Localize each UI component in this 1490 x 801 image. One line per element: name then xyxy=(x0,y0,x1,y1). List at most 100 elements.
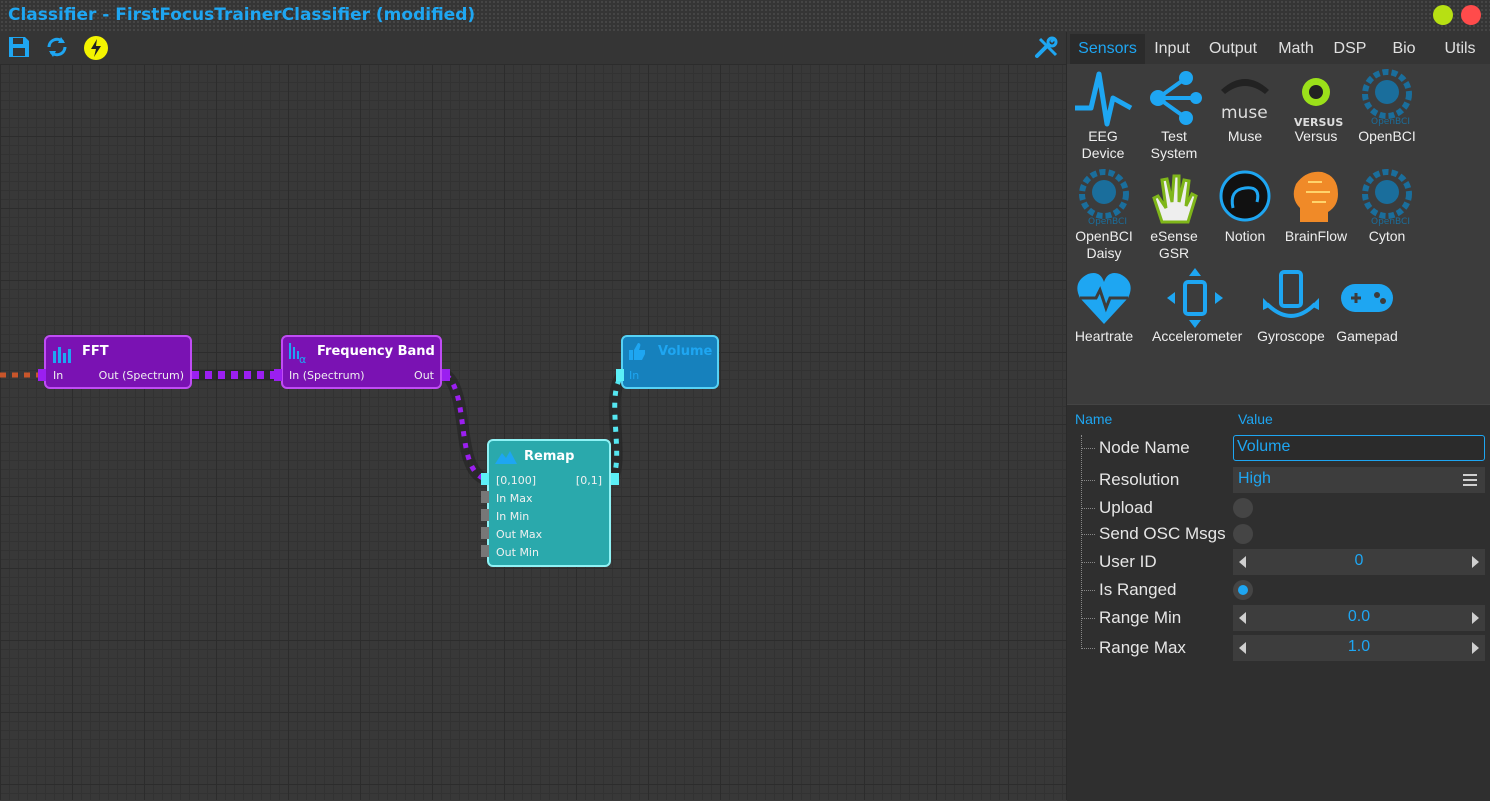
notion-icon xyxy=(1215,168,1275,228)
spectrum-bars-icon xyxy=(52,343,74,367)
props-col-value: Value xyxy=(1238,411,1273,427)
network-icon xyxy=(1144,68,1204,128)
phone-rotate-icon xyxy=(1261,268,1321,328)
openbci-gear-icon: OpenBCI xyxy=(1357,68,1417,128)
tab-bio[interactable]: Bio xyxy=(1384,34,1424,64)
port-in-label: In xyxy=(629,369,640,382)
port-in-max-label: In Max xyxy=(496,492,533,505)
remap-in-pin[interactable] xyxy=(481,473,489,485)
node-name-input[interactable]: Volume xyxy=(1233,435,1485,461)
range-max-spinner[interactable]: 1.0 xyxy=(1233,635,1485,661)
close-button[interactable] xyxy=(1461,5,1481,25)
port-out-label: [0,1] xyxy=(575,474,602,487)
svg-text:α: α xyxy=(299,353,306,365)
prop-row-send-osc: Send OSC Msgs xyxy=(1081,521,1485,547)
palette-item-versus[interactable]: VERSUS Versus xyxy=(1280,68,1352,145)
props-col-name: Name xyxy=(1075,411,1113,427)
volume-node[interactable]: Volume In xyxy=(621,335,719,389)
frequency-band-in-pin[interactable] xyxy=(274,369,282,381)
remap-node[interactable]: Remap [0,100] [0,1] In Max In Min Out Ma… xyxy=(487,439,611,567)
node-title: FFT xyxy=(82,344,109,359)
window-title: Classifier - FirstFocusTrainerClassifier… xyxy=(8,5,476,25)
lightning-icon[interactable] xyxy=(83,35,109,61)
prop-row-is-ranged: Is Ranged xyxy=(1081,577,1485,603)
category-tabs: Sensors Input Output Math DSP Bio Utils xyxy=(1067,34,1490,64)
tab-output[interactable]: Output xyxy=(1202,34,1264,64)
tab-input[interactable]: Input xyxy=(1147,34,1197,64)
mountain-icon xyxy=(495,449,517,469)
fft-in-pin[interactable] xyxy=(38,369,46,381)
volume-in-pin[interactable] xyxy=(616,369,624,381)
prop-row-user-id: User ID 0 xyxy=(1081,549,1485,575)
palette-item-test-system[interactable]: Test System xyxy=(1138,68,1210,162)
increment-arrow-icon[interactable] xyxy=(1472,642,1479,654)
svg-text:muse: muse xyxy=(1221,103,1268,123)
remap-out-min-pin[interactable] xyxy=(481,545,489,557)
tab-math[interactable]: Math xyxy=(1270,34,1322,64)
palette-item-brainflow[interactable]: BrainFlow xyxy=(1280,168,1352,245)
eeg-wave-icon xyxy=(1073,68,1133,128)
palette-item-esense-gsr[interactable]: eSense GSR xyxy=(1138,168,1210,262)
range-min-spinner[interactable]: 0.0 xyxy=(1233,605,1485,631)
fft-node[interactable]: FFT In Out (Spectrum) xyxy=(44,335,192,389)
remap-out-pin[interactable] xyxy=(611,473,619,485)
port-in-label: In (Spectrum) xyxy=(289,369,365,382)
port-in-min-label: In Min xyxy=(496,510,530,523)
svg-text:OpenBCI: OpenBCI xyxy=(1088,217,1127,227)
decrement-arrow-icon[interactable] xyxy=(1239,556,1246,568)
minimize-button[interactable] xyxy=(1433,5,1453,25)
toolbar xyxy=(0,32,1066,64)
node-title: Frequency Band xyxy=(317,344,435,359)
frequency-band-icon: α xyxy=(288,341,310,369)
palette-item-cyton[interactable]: OpenBCI Cyton xyxy=(1351,168,1423,245)
palette-item-notion[interactable]: Notion xyxy=(1209,168,1281,245)
frequency-band-node[interactable]: α Frequency Band In (Spectrum) Out xyxy=(281,335,442,389)
remap-out-max-pin[interactable] xyxy=(481,527,489,539)
decrement-arrow-icon[interactable] xyxy=(1239,642,1246,654)
remap-in-min-pin[interactable] xyxy=(481,509,489,521)
palette-item-openbci[interactable]: OpenBCI OpenBCI xyxy=(1351,68,1423,145)
prop-row-node-name: Node Name Volume xyxy=(1081,435,1485,461)
tab-utils[interactable]: Utils xyxy=(1435,34,1485,64)
node-graph-canvas[interactable]: FFT In Out (Spectrum) α Frequency Band I… xyxy=(0,64,1066,800)
send-osc-checkbox[interactable] xyxy=(1233,524,1253,544)
palette-item-gyroscope[interactable]: Gyroscope xyxy=(1253,268,1329,345)
node-title: Volume xyxy=(658,344,713,359)
port-out-label: Out xyxy=(414,369,434,382)
remap-in-max-pin[interactable] xyxy=(481,491,489,503)
wrench-icon[interactable] xyxy=(1034,35,1060,61)
decrement-arrow-icon[interactable] xyxy=(1239,612,1246,624)
palette-item-heartrate[interactable]: Heartrate xyxy=(1068,268,1140,345)
increment-arrow-icon[interactable] xyxy=(1472,556,1479,568)
tab-dsp[interactable]: DSP xyxy=(1326,34,1374,64)
port-out-min-label: Out Min xyxy=(496,546,539,559)
upload-checkbox[interactable] xyxy=(1233,498,1253,518)
save-icon[interactable] xyxy=(7,35,33,61)
heart-icon xyxy=(1074,268,1134,328)
palette-item-eeg-device[interactable]: EEG Device xyxy=(1067,68,1139,162)
title-bar: Classifier - FirstFocusTrainerClassifier… xyxy=(0,0,1490,32)
versus-logo-icon: VERSUS xyxy=(1286,68,1346,129)
palette-item-muse[interactable]: muse Muse xyxy=(1209,68,1281,145)
is-ranged-checkbox[interactable] xyxy=(1233,580,1253,600)
increment-arrow-icon[interactable] xyxy=(1472,612,1479,624)
right-panel: Sensors Input Output Math DSP Bio Utils … xyxy=(1066,32,1490,801)
muse-logo-icon: muse xyxy=(1215,68,1275,128)
thumbs-up-icon xyxy=(627,341,647,365)
tab-sensors[interactable]: Sensors xyxy=(1070,34,1145,64)
user-id-spinner[interactable]: 0 xyxy=(1233,549,1485,575)
prop-row-resolution: Resolution High xyxy=(1081,467,1485,493)
port-out-max-label: Out Max xyxy=(496,528,543,541)
prop-row-upload: Upload xyxy=(1081,495,1485,521)
palette-item-gamepad[interactable]: Gamepad xyxy=(1331,268,1403,345)
resolution-select[interactable]: High xyxy=(1233,467,1485,493)
palette-item-openbci-daisy[interactable]: OpenBCI OpenBCI Daisy xyxy=(1068,168,1140,262)
frequency-band-out-pin[interactable] xyxy=(442,369,450,381)
port-in-label: [0,100] xyxy=(496,474,537,487)
palette-item-accelerometer[interactable]: Accelerometer xyxy=(1152,268,1242,345)
node-palette: EEG Device Test System muse Muse VERSUS … xyxy=(1067,64,1490,404)
refresh-icon[interactable] xyxy=(45,35,71,61)
menu-icon xyxy=(1463,474,1477,486)
openbci-gear-icon: OpenBCI xyxy=(1074,168,1134,228)
phone-arrows-icon xyxy=(1165,268,1225,328)
